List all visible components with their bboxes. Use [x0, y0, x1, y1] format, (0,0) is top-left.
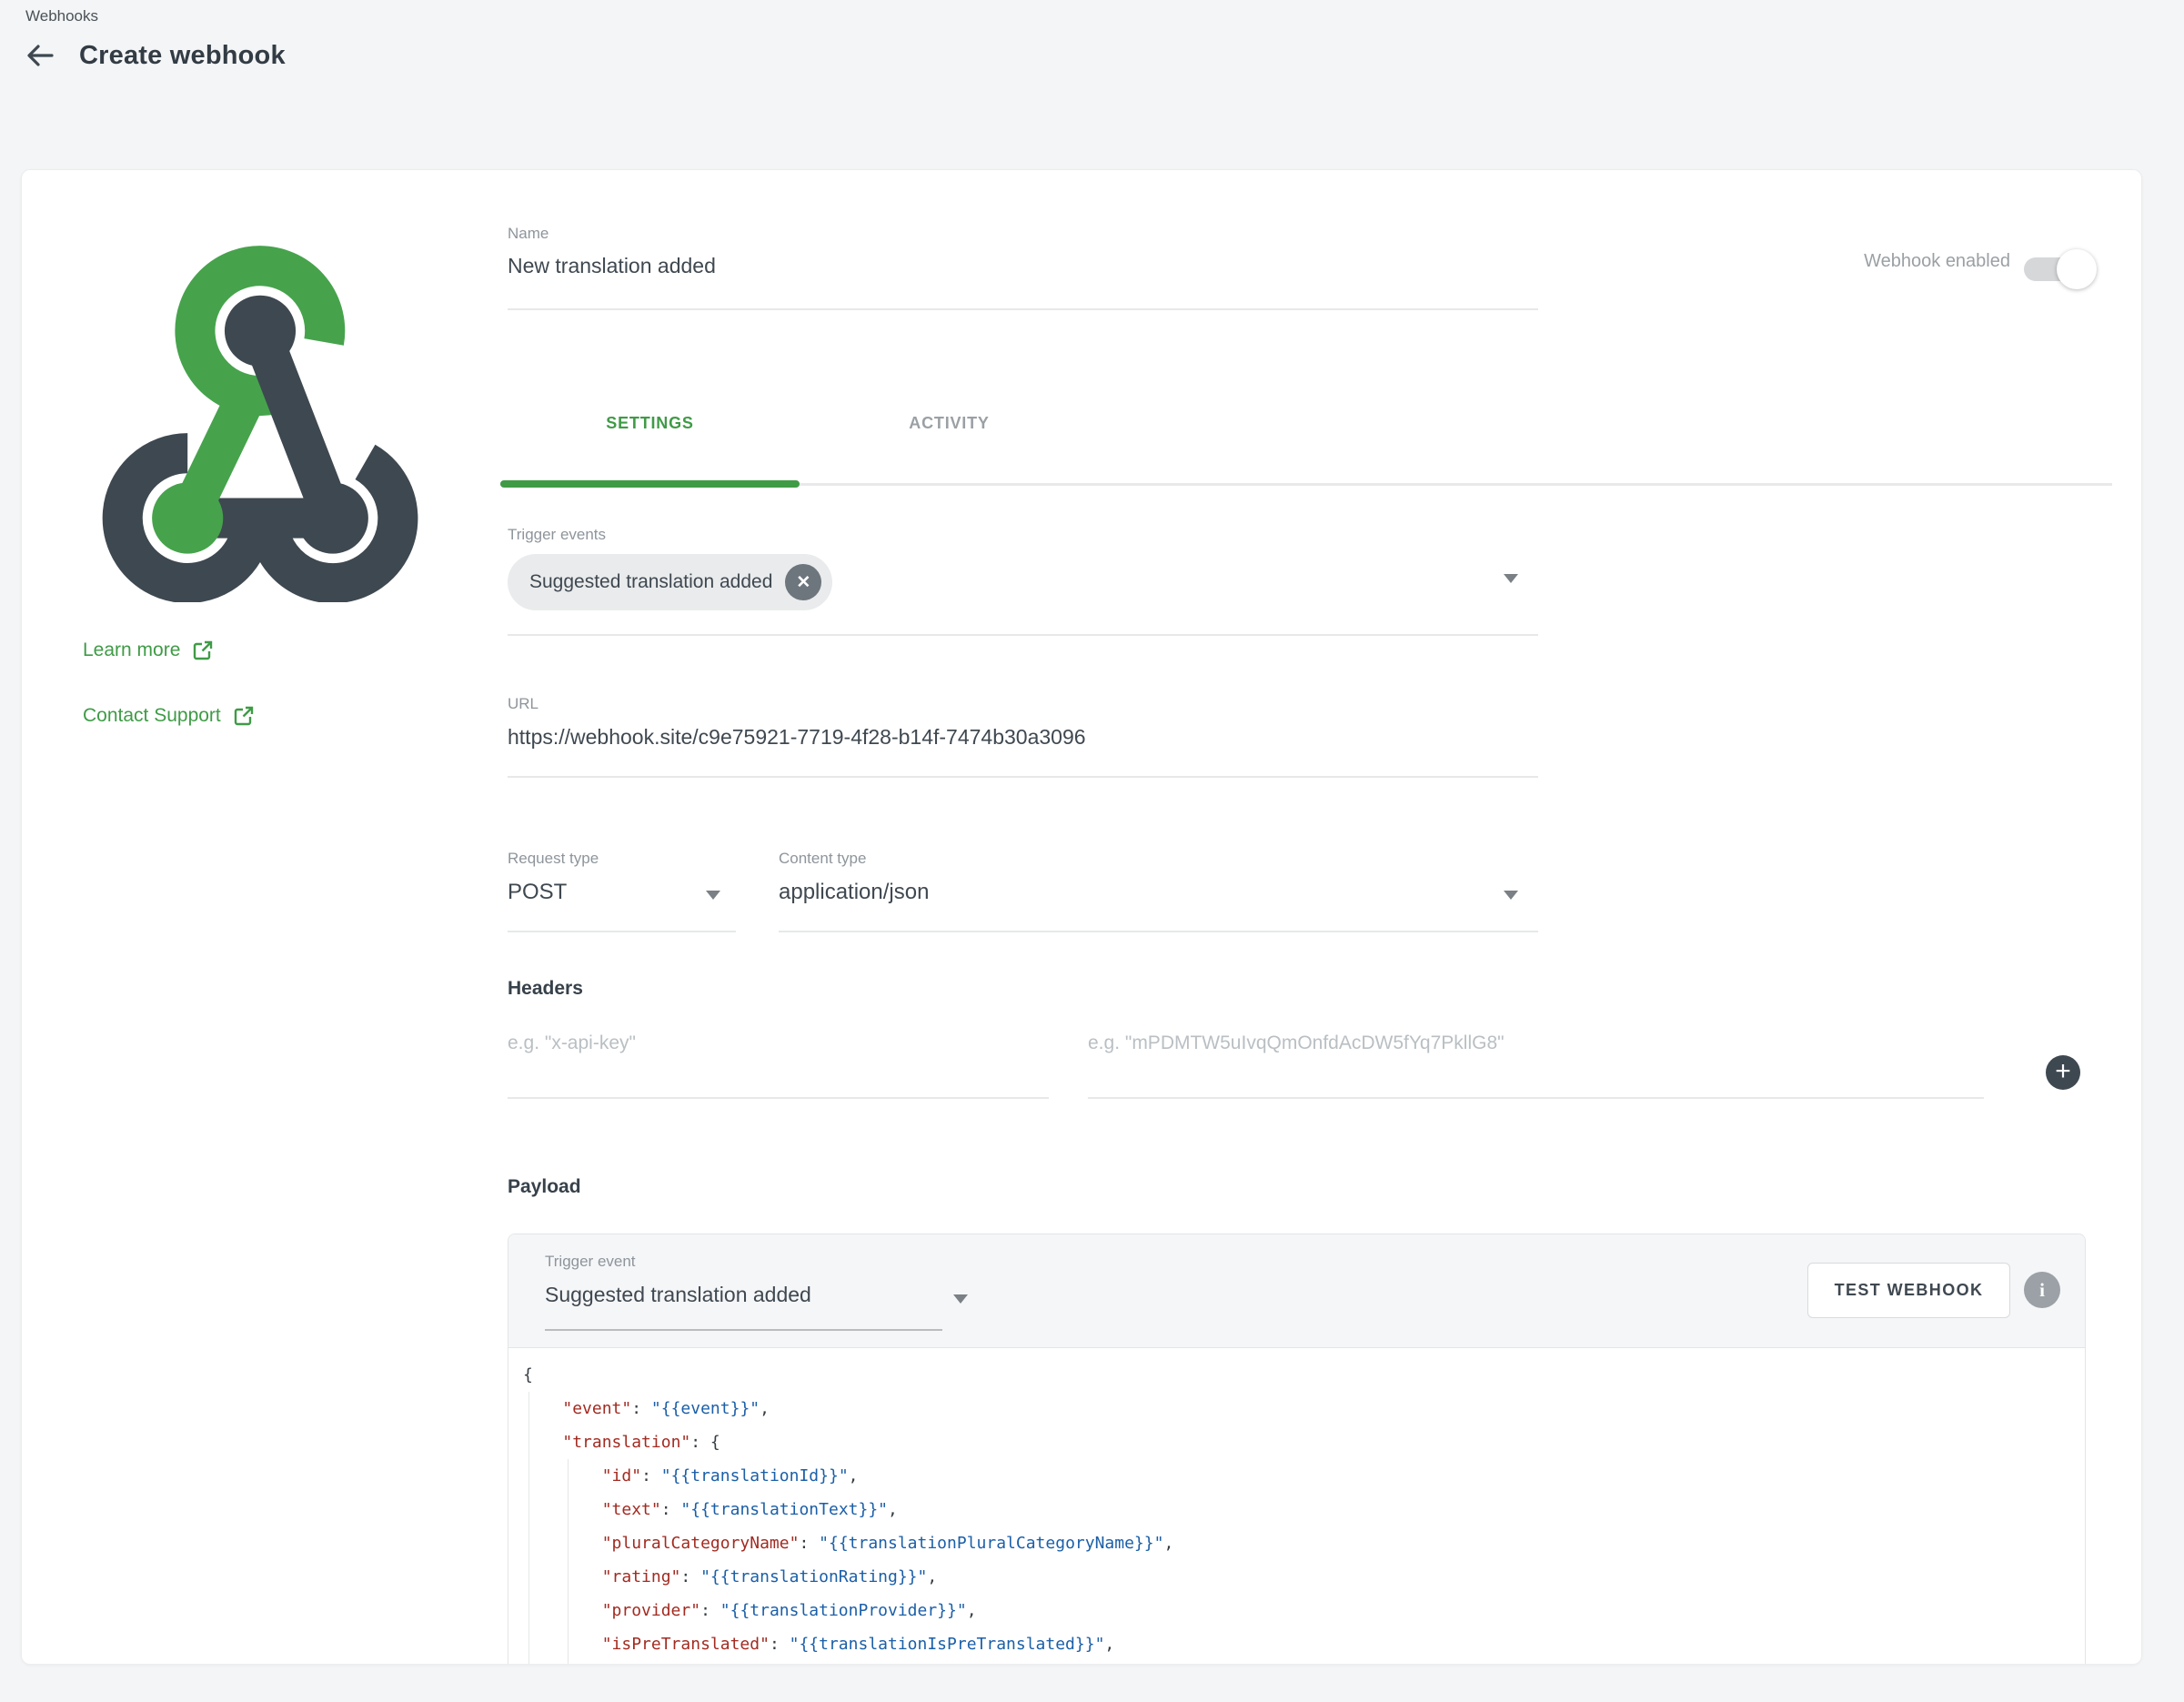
title-row: Create webhook	[23, 38, 286, 73]
tab-activity[interactable]: ACTIVITY	[800, 414, 1099, 433]
add-header-button[interactable]: +	[2046, 1055, 2080, 1090]
request-type-underline	[508, 931, 736, 932]
webhook-logo	[69, 220, 451, 602]
contact-support-link[interactable]: Contact Support	[83, 705, 254, 727]
name-underline	[508, 308, 1538, 310]
header-value-input[interactable]	[1088, 1032, 1984, 1054]
external-link-icon	[234, 706, 254, 726]
code-lines: { "event": "{{event}}", "translation": {…	[523, 1358, 2070, 1665]
code-line: "id": "{{translationId}}",	[523, 1459, 2070, 1493]
header-key-input[interactable]	[508, 1032, 1049, 1054]
name-input[interactable]: New translation added	[508, 254, 716, 278]
page-title: Create webhook	[79, 41, 286, 71]
code-line: "translation": {	[523, 1425, 2070, 1459]
code-line: "rating": "{{translationRating}}",	[523, 1560, 2070, 1594]
webhook-card: Learn more Contact Support Name New tran…	[21, 169, 2142, 1665]
content-type-underline	[779, 931, 1538, 932]
external-link-icon	[193, 640, 213, 660]
payload-header: Trigger event Suggested translation adde…	[508, 1234, 2085, 1348]
code-line: "text": "{{translationText}}",	[523, 1493, 2070, 1526]
code-line: "isPreTranslated": "{{translationIsPreTr…	[523, 1627, 2070, 1661]
indent-guide	[568, 1459, 569, 1665]
chevron-down-icon[interactable]	[953, 1294, 968, 1304]
learn-more-link[interactable]: Learn more	[83, 640, 213, 661]
remove-icon[interactable]: ✕	[785, 564, 821, 600]
payload-code-editor[interactable]: { "event": "{{event}}", "translation": {…	[508, 1349, 2085, 1665]
url-label: URL	[508, 695, 538, 713]
chevron-down-icon[interactable]	[706, 891, 720, 900]
code-line: {	[523, 1358, 2070, 1392]
header-key-underline	[508, 1097, 1049, 1099]
create-webhook-page: Webhooks Create webhook	[0, 0, 2184, 1702]
tab-settings[interactable]: SETTINGS	[500, 414, 800, 433]
request-type-select[interactable]: POST	[508, 880, 567, 905]
code-line: "createdAt": "{{translationCreatedAt}}",	[523, 1661, 2070, 1665]
breadcrumb[interactable]: Webhooks	[25, 7, 98, 25]
trigger-events-underline	[508, 634, 1538, 636]
learn-more-label: Learn more	[83, 640, 180, 661]
request-type-label: Request type	[508, 850, 599, 868]
code-line: "pluralCategoryName": "{{translationPlur…	[523, 1526, 2070, 1560]
headers-heading: Headers	[508, 978, 583, 1000]
tab-active-indicator	[500, 480, 800, 488]
content-type-label: Content type	[779, 850, 866, 868]
trigger-events-label: Trigger events	[508, 526, 606, 544]
code-line: "provider": "{{translationProvider}}",	[523, 1594, 2070, 1627]
content-type-select[interactable]: application/json	[779, 880, 929, 905]
header-value-underline	[1088, 1097, 1984, 1099]
info-icon[interactable]: i	[2024, 1272, 2060, 1308]
code-line: "event": "{{event}}",	[523, 1392, 2070, 1425]
chevron-down-icon[interactable]	[1504, 891, 1518, 900]
chevron-down-icon[interactable]	[1504, 574, 1518, 583]
webhook-enabled-toggle-thumb[interactable]	[2057, 249, 2097, 289]
indent-guide	[528, 1392, 529, 1665]
trigger-event-chip-label: Suggested translation added	[529, 571, 772, 593]
back-button[interactable]	[23, 38, 57, 73]
contact-support-label: Contact Support	[83, 705, 221, 727]
url-underline	[508, 776, 1538, 778]
payload-panel: Trigger event Suggested translation adde…	[508, 1234, 2086, 1665]
back-arrow-icon	[25, 40, 55, 71]
webhook-enabled-label: Webhook enabled	[1805, 251, 2010, 272]
payload-heading: Payload	[508, 1176, 581, 1198]
url-input[interactable]: https://webhook.site/c9e75921-7719-4f28-…	[508, 725, 1086, 750]
name-label: Name	[508, 225, 549, 243]
payload-trigger-underline	[545, 1329, 942, 1331]
trigger-event-chip[interactable]: Suggested translation added ✕	[508, 554, 832, 610]
payload-trigger-event-select[interactable]: Suggested translation added	[545, 1283, 811, 1307]
test-webhook-button[interactable]: TEST WEBHOOK	[1807, 1263, 2010, 1318]
payload-trigger-event-label: Trigger event	[545, 1253, 636, 1271]
